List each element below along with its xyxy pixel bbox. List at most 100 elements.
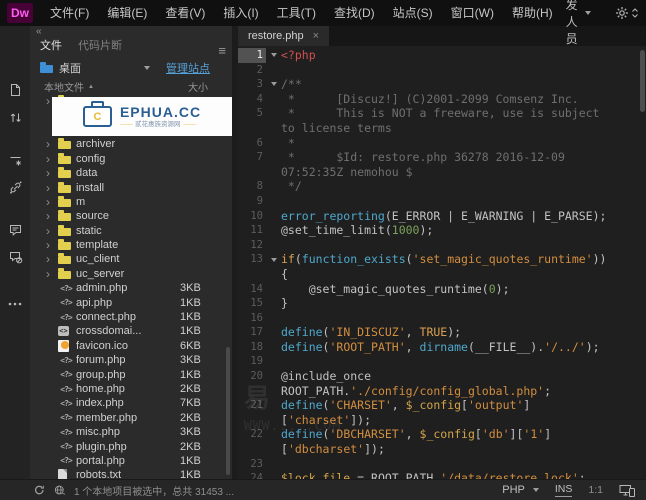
menu-bar: 文件(F)编辑(E)查看(V)插入(I)工具(T)查找(D)站点(S)窗口(W)… — [41, 0, 562, 26]
tree-folder-row[interactable]: ›data — [30, 166, 232, 180]
tree-file-row[interactable]: <?>member.php2KB — [30, 411, 232, 425]
tree-folder-row[interactable]: ›uc_server — [30, 267, 232, 281]
site-selector[interactable]: 桌面 — [40, 60, 150, 76]
fold-gutter — [266, 209, 281, 224]
code-fold-toggle[interactable] — [266, 252, 281, 267]
line-number: 23 — [238, 457, 266, 472]
tab-snippets[interactable]: 代码片断 — [78, 37, 122, 56]
file-size: 1KB — [180, 455, 212, 467]
tree-file-row[interactable]: <?>misc.php3KB — [30, 425, 232, 439]
tree-file-row[interactable]: <?>admin.php3KB — [30, 281, 232, 295]
menu-item[interactable]: 编辑(E) — [98, 0, 156, 26]
document-panel-icon[interactable] — [4, 80, 26, 100]
insert-mode-indicator[interactable]: INS — [555, 483, 573, 497]
expand-chevron-icon[interactable]: › — [46, 139, 58, 149]
tab-files[interactable]: 文件 — [40, 37, 62, 56]
expand-chevron-icon[interactable]: › — [46, 269, 58, 279]
selection-summary: 1 个本地项目被选中，总共 31453 ... — [74, 483, 234, 498]
tree-file-row[interactable]: favicon.ico6KB — [30, 339, 232, 353]
more-options-icon[interactable] — [4, 294, 26, 314]
fold-gutter — [266, 165, 281, 180]
link-panel-icon[interactable] — [4, 177, 26, 197]
document-tab-title: restore.php — [248, 30, 304, 42]
globe-connect-icon[interactable] — [54, 484, 65, 496]
column-local-files[interactable]: 本地文件 — [44, 79, 84, 94]
menu-item[interactable]: 查看(V) — [156, 0, 214, 26]
tree-folder-row[interactable]: ›uc_client — [30, 252, 232, 266]
line-number: 5 — [238, 106, 266, 121]
code-line: ['dbcharset']); — [238, 442, 646, 457]
tab-close-icon[interactable]: × — [313, 30, 319, 42]
expand-chevron-icon[interactable]: › — [46, 226, 58, 236]
menu-item[interactable]: 帮助(H) — [503, 0, 562, 26]
php-file-icon: <?> — [58, 313, 74, 322]
language-selector[interactable]: PHP — [502, 484, 539, 496]
collapse-panels-icon[interactable]: « — [36, 27, 42, 37]
workspace-switcher[interactable]: 开发人员 — [562, 0, 595, 47]
code-fold-toggle[interactable] — [266, 48, 281, 63]
tree-folder-row[interactable]: ›config — [30, 152, 232, 166]
code-line: 21define('CHARSET', $_config['output'] — [238, 398, 646, 413]
tree-folder-row[interactable]: ›archiver — [30, 137, 232, 151]
menu-item[interactable]: 文件(F) — [41, 0, 98, 26]
tree-file-row[interactable]: <>crossdomai...1KB — [30, 324, 232, 338]
refresh-icon[interactable] — [34, 484, 45, 496]
tree-folder-row[interactable]: ›install — [30, 180, 232, 194]
menu-item[interactable]: 插入(I) — [214, 0, 267, 26]
tree-file-row[interactable]: <?>index.php7KB — [30, 396, 232, 410]
line-number: 14 — [238, 282, 266, 297]
tree-folder-row[interactable]: ›static — [30, 224, 232, 238]
expand-chevron-icon[interactable]: › — [46, 211, 58, 221]
tree-file-row[interactable]: <?>api.php1KB — [30, 295, 232, 309]
menu-item[interactable]: 窗口(W) — [442, 0, 503, 26]
column-size[interactable]: 大小 — [188, 79, 208, 94]
menu-item[interactable]: 站点(S) — [384, 0, 442, 26]
editor-scrollbar[interactable] — [640, 50, 645, 112]
sync-arrows-icon — [631, 7, 639, 19]
menu-item[interactable]: 查找(D) — [325, 0, 384, 26]
tree-folder-row[interactable]: ›m — [30, 195, 232, 209]
file-name: admin.php — [76, 282, 180, 294]
tree-file-row[interactable]: <?>plugin.php2KB — [30, 439, 232, 453]
site-name: 桌面 — [59, 60, 81, 76]
expand-chevron-icon[interactable]: › — [46, 197, 58, 207]
sync-arrows-panel-icon[interactable] — [4, 107, 26, 127]
expand-chevron-icon[interactable]: › — [46, 183, 58, 193]
code-line: 15} — [238, 296, 646, 311]
code-line: ['charset']); — [238, 413, 646, 428]
line-number: 9 — [238, 194, 266, 209]
panel-icon-strip — [0, 26, 30, 479]
expand-chevron-icon[interactable]: › — [46, 154, 58, 164]
manage-sites-link[interactable]: 管理站点 — [166, 60, 210, 76]
tree-folder-row[interactable]: › source — [30, 209, 232, 223]
document-tab-restore-php[interactable]: restore.php × — [238, 26, 329, 46]
fold-gutter — [266, 92, 281, 107]
settings-sync-button[interactable] — [615, 6, 639, 20]
expand-chevron-icon[interactable]: › — [46, 254, 58, 264]
tree-file-row[interactable]: <?>connect.php1KB — [30, 310, 232, 324]
fold-gutter — [266, 369, 281, 384]
expand-chevron-icon[interactable]: › — [46, 168, 58, 178]
folder-icon — [58, 256, 71, 264]
file-tree[interactable]: C EPHUA.CC 贰花惠族资源网 ››archiver›config›dat… — [30, 94, 232, 479]
comment-panel-icon[interactable] — [4, 220, 26, 240]
device-preview-icon[interactable] — [619, 484, 636, 497]
tree-file-row[interactable]: <?>portal.php1KB — [30, 454, 232, 468]
panel-scrollbar[interactable] — [226, 347, 230, 475]
extract-panel-icon[interactable] — [4, 150, 26, 170]
fold-gutter — [266, 282, 281, 297]
expand-chevron-icon[interactable]: › — [46, 240, 58, 250]
tree-file-row[interactable]: robots.txt1KB — [30, 468, 232, 479]
tree-file-row[interactable]: <?>group.php1KB — [30, 367, 232, 381]
code-fold-toggle[interactable] — [266, 77, 281, 92]
tree-file-row[interactable]: <?>forum.php3KB — [30, 353, 232, 367]
fold-gutter — [266, 106, 281, 121]
menu-item[interactable]: 工具(T) — [268, 0, 325, 26]
code-view[interactable]: 易 WWW.....COM 1<?php23/**4 * [Discuz!] (… — [238, 46, 646, 479]
folder-name: source — [76, 210, 232, 222]
tree-folder-row[interactable]: ›template — [30, 238, 232, 252]
tree-file-row[interactable]: <?>home.php2KB — [30, 382, 232, 396]
comment-disabled-panel-icon[interactable] — [4, 247, 26, 267]
file-size: 1KB — [180, 469, 212, 479]
panel-menu-icon[interactable]: ≡ — [218, 46, 226, 56]
